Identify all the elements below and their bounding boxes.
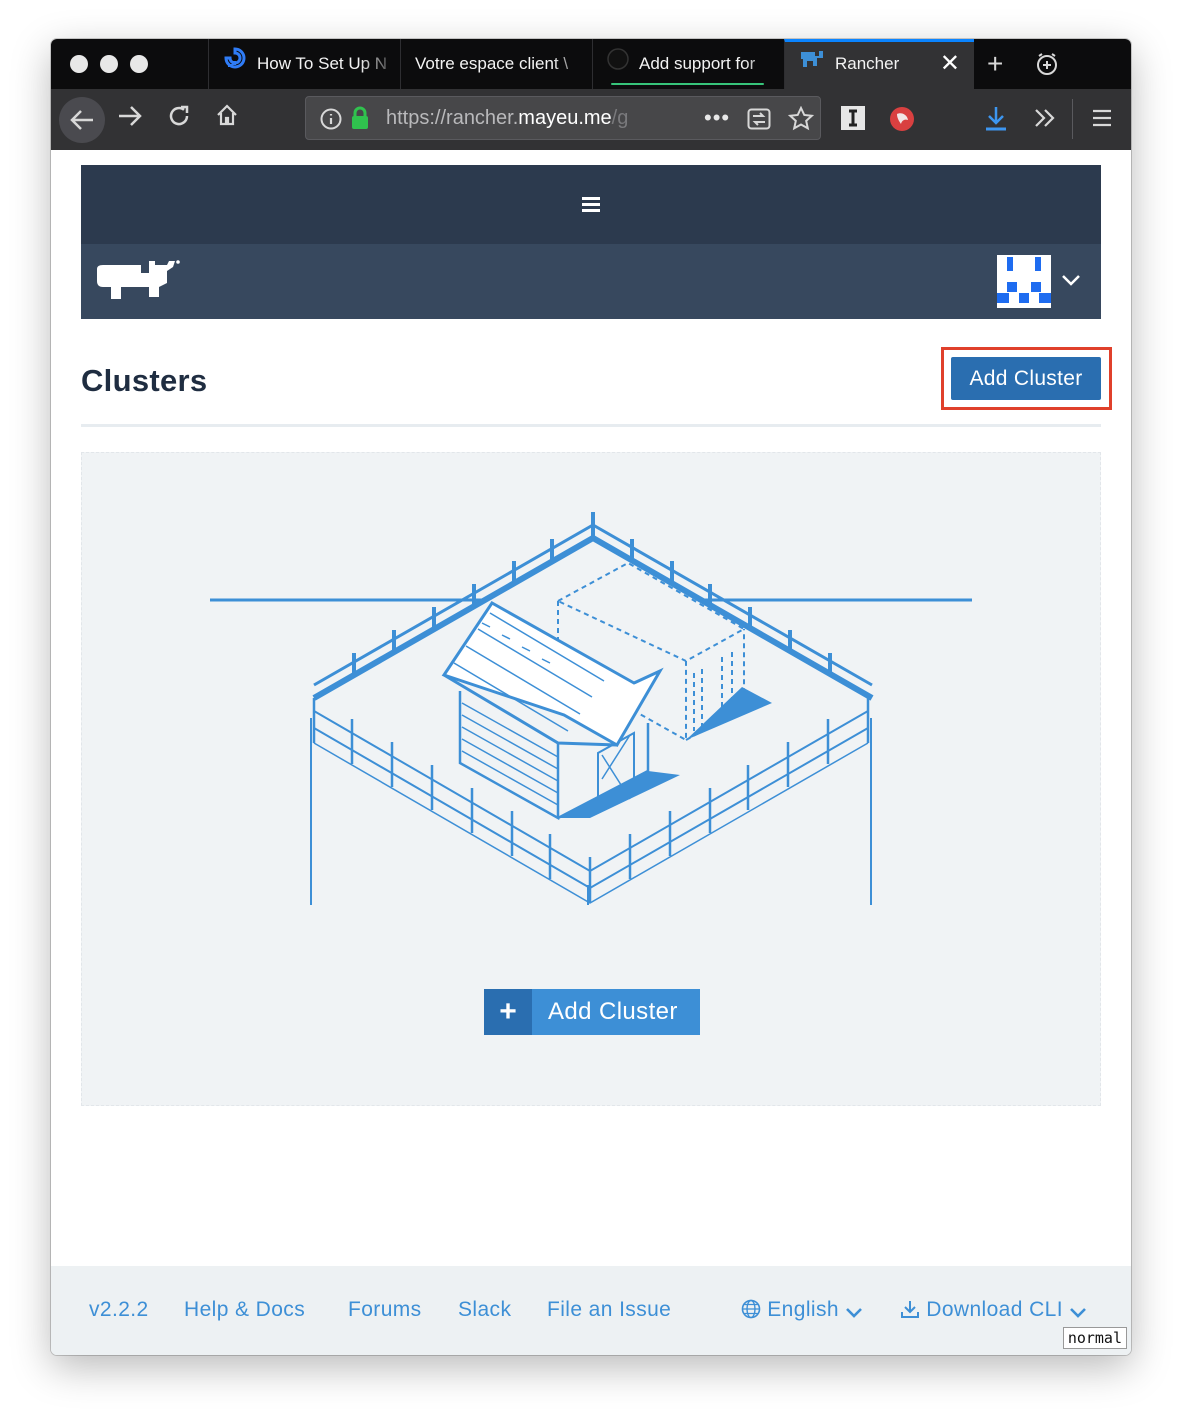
rancher-header	[81, 244, 1101, 319]
help-docs-link[interactable]: Help & Docs	[184, 1298, 305, 1322]
add-cluster-button[interactable]: Add Cluster	[951, 357, 1101, 400]
forums-link[interactable]: Forums	[348, 1298, 422, 1322]
back-arrow-icon	[70, 110, 93, 130]
reload-icon[interactable]	[167, 104, 191, 128]
toolbar-separator	[1072, 99, 1073, 139]
digitalocean-icon	[223, 40, 247, 89]
minimize-window-icon[interactable]	[100, 55, 118, 73]
tab-label: Add support for	[639, 54, 756, 73]
container-tab-icon[interactable]	[1035, 51, 1059, 83]
forward-arrow-icon[interactable]	[117, 105, 143, 127]
page-actions-icon[interactable]: •••	[704, 105, 730, 131]
download-cli-label: Download CLI	[926, 1298, 1063, 1321]
mode-badge: normal	[1062, 1327, 1127, 1349]
plus-icon: +	[484, 989, 532, 1035]
reader-view-icon[interactable]	[747, 108, 771, 130]
download-cli-selector[interactable]: Download CLI	[900, 1298, 1087, 1322]
version-link[interactable]: v2.2.2	[89, 1298, 149, 1322]
browser-window: How To Set Up N Votre espace client \ Ad…	[51, 39, 1131, 1355]
download-icon[interactable]	[984, 105, 1008, 133]
github-icon	[607, 40, 629, 89]
page-title: Clusters	[81, 363, 208, 398]
add-cluster-empty-state-button[interactable]: + Add Cluster	[484, 989, 700, 1035]
bookmark-star-icon[interactable]	[788, 106, 814, 132]
rancher-top-bar	[81, 165, 1101, 244]
slack-link[interactable]: Slack	[458, 1298, 511, 1322]
instapaper-icon[interactable]	[841, 106, 865, 130]
back-button[interactable]	[59, 97, 105, 143]
tab-strip: How To Set Up N Votre espace client \ Ad…	[51, 39, 1131, 89]
download-icon	[901, 1301, 919, 1318]
lock-icon[interactable]	[350, 106, 370, 130]
add-cluster-label: Add Cluster	[548, 998, 678, 1025]
home-icon[interactable]	[215, 103, 239, 127]
rancher-tab-icon	[799, 43, 825, 87]
tab-label: Votre espace client \	[415, 54, 569, 73]
rancher-logo-icon[interactable]	[95, 259, 181, 303]
tab-add-support[interactable]: Add support for	[592, 39, 784, 89]
navigation-toolbar: https://rancher.mayeu.me/g •••	[51, 89, 1131, 150]
tab-loading-indicator	[611, 83, 764, 85]
footer: v2.2.2 Help & Docs Forums Slack File an …	[51, 1266, 1131, 1355]
chevron-down-icon	[1070, 1308, 1087, 1318]
tab-rancher[interactable]: Rancher ✕	[784, 39, 974, 89]
avatar[interactable]	[997, 255, 1051, 308]
chevron-down-icon	[846, 1308, 863, 1318]
chevron-down-icon[interactable]	[1061, 274, 1081, 288]
url-text[interactable]: https://rancher.mayeu.me/g	[386, 107, 628, 130]
extension-bird-icon[interactable]	[889, 106, 915, 132]
overflow-chevrons-icon[interactable]	[1033, 108, 1057, 128]
tab-votre-espace-client[interactable]: Votre espace client \	[400, 39, 592, 89]
zoom-window-icon[interactable]	[130, 55, 148, 73]
info-icon[interactable]	[320, 108, 342, 130]
tab-how-to-set-up[interactable]: How To Set Up N	[208, 39, 400, 89]
new-tab-icon[interactable]: +	[987, 49, 1003, 79]
globe-icon	[741, 1299, 761, 1319]
language-selector[interactable]: English	[741, 1298, 863, 1322]
farm-illustration-icon	[210, 512, 972, 905]
close-tab-icon[interactable]: ✕	[940, 50, 960, 78]
tab-label: Rancher	[835, 54, 900, 73]
clusters-empty-state: + Add Cluster	[81, 452, 1101, 1106]
file-issue-link[interactable]: File an Issue	[547, 1298, 671, 1322]
address-bar[interactable]: https://rancher.mayeu.me/g •••	[305, 96, 821, 140]
hamburger-menu-icon[interactable]	[582, 197, 600, 215]
language-label: English	[767, 1298, 839, 1321]
menu-icon[interactable]	[1092, 109, 1112, 127]
close-window-icon[interactable]	[70, 55, 88, 73]
header-divider	[81, 424, 1101, 427]
